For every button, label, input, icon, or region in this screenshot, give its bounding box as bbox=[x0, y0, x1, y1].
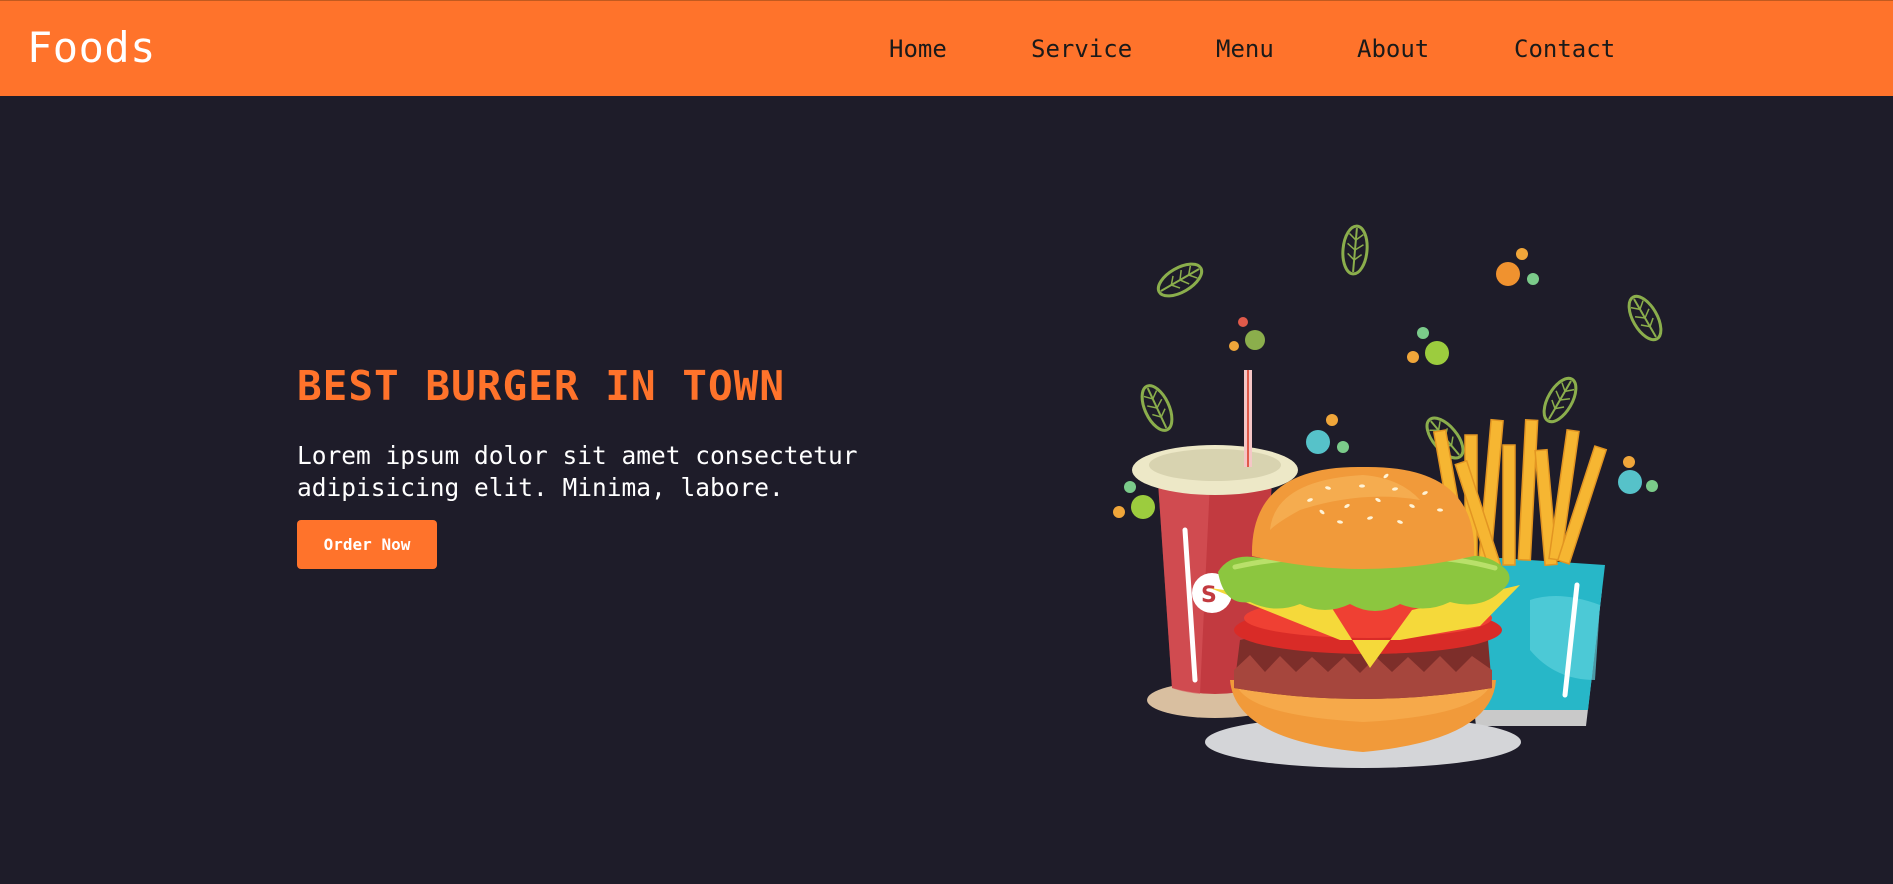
leaf-icon bbox=[1536, 371, 1584, 429]
order-now-button[interactable]: Order Now bbox=[297, 520, 437, 569]
nav-service-link[interactable]: Service bbox=[1031, 35, 1132, 63]
burger-meal-illustration: S bbox=[1100, 210, 1700, 794]
nav-about-link[interactable]: About bbox=[1357, 35, 1429, 63]
leaf-icon bbox=[1151, 256, 1209, 304]
hero-section: BEST BURGER IN TOWN Lorem ipsum dolor si… bbox=[297, 362, 917, 569]
nav-contact-link[interactable]: Contact bbox=[1514, 35, 1615, 63]
nav-home-link[interactable]: Home bbox=[889, 35, 947, 63]
burger-drink-fries-image: S bbox=[1113, 223, 1669, 768]
navbar: Foods Home Service Menu About Contact bbox=[0, 0, 1893, 96]
logo[interactable]: Foods bbox=[27, 23, 156, 72]
leaf-icon bbox=[1621, 289, 1669, 347]
leaf-icon bbox=[1339, 223, 1371, 277]
hero-title: BEST BURGER IN TOWN bbox=[297, 362, 785, 410]
svg-text:S: S bbox=[1201, 583, 1217, 608]
nav-menu-link[interactable]: Menu bbox=[1216, 35, 1274, 63]
hero-description: Lorem ipsum dolor sit amet consectetur a… bbox=[297, 441, 858, 502]
leaf-icon bbox=[1134, 379, 1180, 437]
